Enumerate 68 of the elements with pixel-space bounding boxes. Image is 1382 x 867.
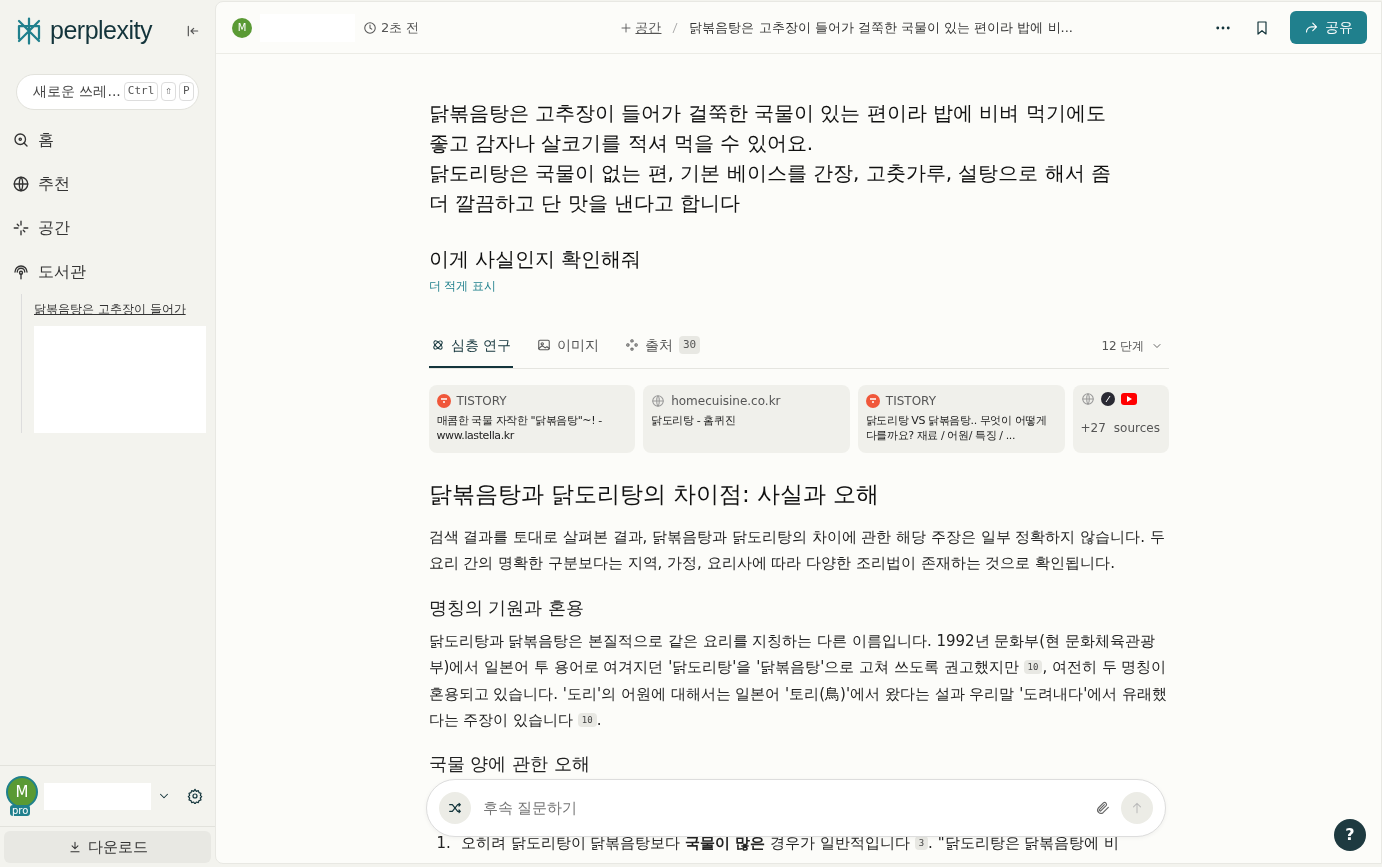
- source-count: +27: [1080, 419, 1106, 437]
- attach-icon[interactable]: [1094, 800, 1111, 816]
- source-site: homecuisine.co.kr: [671, 392, 781, 410]
- source-card[interactable]: homecuisine.co.kr 닭도리탕 - 홈퀴진: [643, 384, 850, 453]
- key-hint: P: [178, 82, 194, 101]
- library-icon: [12, 262, 30, 281]
- key-hint: Ctrl: [123, 82, 159, 101]
- thread-title: 닭볶음탕은 고추장이 들어가 걸쭉한 국물이 있는 편이라 밥에 비...: [689, 18, 1073, 37]
- globe-icon: [651, 393, 666, 408]
- brand-name: perplexity: [50, 15, 152, 46]
- source-title: 매콤한 국물 자작한 "닭볶음탕"~! - www.lastella.kr: [436, 412, 603, 445]
- plus-icon: [620, 21, 633, 34]
- answer-title: 닭볶음탕과 닭도리탕의 차이점: 사실과 오해: [428, 480, 881, 509]
- tab[interactable]: 심층 연구: [428, 324, 513, 368]
- share-button[interactable]: 공유: [1290, 11, 1367, 44]
- download-button[interactable]: 다운로드: [4, 831, 211, 863]
- count-badge: 30: [678, 335, 701, 355]
- search-icon: [12, 130, 30, 149]
- shuffle-icon: [446, 800, 463, 816]
- sidebar-item[interactable]: 도서관: [0, 249, 215, 294]
- shuffle-button[interactable]: [438, 792, 471, 824]
- globe-icon: [1080, 391, 1095, 406]
- follow-up-field[interactable]: 후속 질문하기: [425, 779, 1166, 837]
- image-icon: [536, 338, 551, 352]
- key-hint: ⇧: [161, 82, 176, 101]
- video-icon: [1120, 392, 1137, 405]
- settings-icon[interactable]: [187, 788, 203, 804]
- time-label: 2초 전: [363, 17, 420, 38]
- section-heading: 국물 양에 관한 오해: [428, 753, 591, 775]
- new-thread-button[interactable]: 새로운 쓰레... Ctrl ⇧ P: [16, 73, 199, 110]
- source-card[interactable]: +27 sources: [1072, 384, 1169, 453]
- sidebar-item[interactable]: 추천: [0, 161, 215, 206]
- sidebar-item[interactable]: 공간: [0, 205, 215, 250]
- source-card[interactable]: TISTORY 닭도리탕 VS 닭볶음탕.. 무엇이 어떻게 다를까요? 재료 / 어원/ 특징 / ...: [857, 384, 1065, 453]
- query-text: 닭볶음탕은 고추장이 들어가 걸쭉한 국물이 있는 편이라 밥에 비벼 먹기에도 좋고 감자나 살코기를 적셔 먹을 수 있어요.: [428, 100, 1107, 157]
- source-site: TISTORY: [456, 392, 507, 410]
- history-link[interactable]: 닭볶음탕은 고추장이 들어가: [34, 299, 215, 318]
- tab[interactable]: 출처 30: [622, 324, 703, 368]
- source-site: TISTORY: [885, 392, 936, 410]
- bookmark-icon[interactable]: [1254, 19, 1270, 36]
- follow-up-input[interactable]: 후속 질문하기: [480, 795, 1085, 821]
- tistory-icon: [436, 393, 451, 408]
- pen-icon: [1100, 391, 1115, 406]
- steps-dropdown[interactable]: 12 단계: [1095, 336, 1169, 356]
- citation-badge[interactable]: 10: [1023, 660, 1043, 675]
- source-title: 닭도리탕 - 홈퀴진: [651, 412, 737, 429]
- tistory-icon: [865, 393, 880, 408]
- citation-badge[interactable]: 10: [577, 712, 597, 727]
- clock-icon: [363, 20, 377, 35]
- source-card[interactable]: TISTORY 매콤한 국물 자작한 "닭볶음탕"~! - www.lastella.kr: [428, 384, 636, 453]
- download-icon: [67, 840, 82, 854]
- globe-icon: [12, 174, 30, 193]
- source-title: 닭도리탕 VS 닭볶음탕.. 무엇이 어떻게 다를까요? 재료 / 어원/ 특징 / ...: [865, 412, 1048, 445]
- pro-badge: pro: [10, 805, 31, 816]
- tab[interactable]: 이미지: [534, 324, 601, 368]
- query-text: 이게 사실인지 확인해줘: [428, 246, 643, 273]
- sources-icon: [624, 338, 639, 352]
- answer-text: 검색 결과를 토대로 살펴본 결과, 닭볶음탕과 닭도리탕의 차이에 관한 해당 주장은 일부 정확하지 않습니다. 두 요리 간의 명확한 구분보다는 지역, 가정, 요리사에 따라 다양한 조리법이 존재하는 것으로 확인됩니다.: [428, 527, 1166, 575]
- section-heading: 명칭의 기원과 혼용: [428, 596, 585, 619]
- show-less-link[interactable]: 더 적게 표시: [428, 279, 497, 293]
- share-icon: [1304, 20, 1319, 35]
- answer-text: 닭도리탕과 닭볶음탕은 본질적으로 같은 요리를 지칭하는 다른 이름입니다. 1992년 문화부(현 문화체육관광부)에서 일본어 투 용어로 여겨지던 '닭도리탕'을 '닭볶음탕'으로 고쳐 쓰도록 권고했지만 $^{10}$ , 여전히 두 명칭이 혼용되고 있습니다. '도리'의 어원에 대해서는 일본어 '토리(鳥)'에서 왔다는 설과 우리말 '도려내다'에서 유래했다는 주장이 있습니다 $^{10}$ .: [428, 631, 1169, 731]
- breadcrumb-separator-icon: [671, 21, 680, 34]
- query-text: 닭도리탕은 국물이 없는 편, 기본 베이스를 간장, 고춧가루, 설탕으로 해서 좀 더 깔끔하고 단 맛을 낸다고 합니다: [428, 160, 1113, 217]
- source-label: sources: [1113, 419, 1160, 437]
- sidebar-item[interactable]: 홈: [0, 117, 215, 162]
- atom-icon: [430, 338, 445, 352]
- sparkle-icon: [12, 218, 30, 237]
